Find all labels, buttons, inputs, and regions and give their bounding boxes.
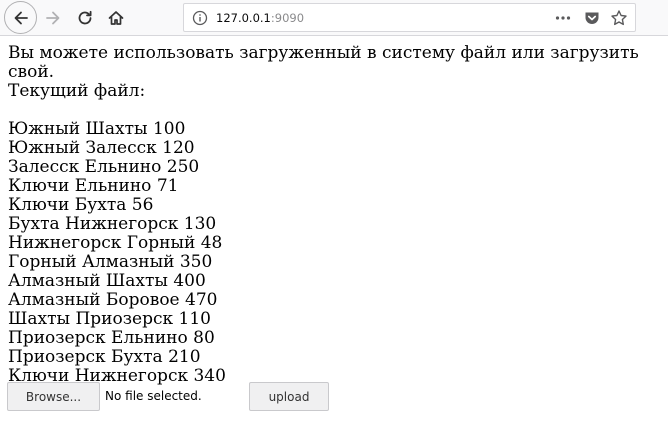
browse-button[interactable]: Browse... bbox=[7, 382, 100, 411]
home-icon bbox=[108, 11, 124, 25]
reload-button[interactable] bbox=[73, 6, 97, 30]
intro-line-1: Вы можете использовать загруженный в сис… bbox=[8, 43, 639, 82]
url-host: 127.0.0.1 bbox=[216, 11, 271, 25]
route-line: Бухта Нижнегорск 130 bbox=[8, 214, 217, 234]
more-dots-icon[interactable] bbox=[555, 12, 571, 24]
address-bar[interactable]: 127.0.0.1:9090 bbox=[183, 3, 636, 32]
forward-button[interactable] bbox=[41, 6, 65, 30]
url-text[interactable]: 127.0.0.1:9090 bbox=[216, 11, 304, 25]
route-line: Южный Залесск 120 bbox=[8, 138, 195, 158]
upload-button[interactable]: upload bbox=[249, 382, 329, 411]
file-status: No file selected. bbox=[105, 389, 202, 403]
info-icon[interactable] bbox=[192, 10, 208, 26]
route-line: Ключи Ельнино 71 bbox=[8, 176, 179, 196]
back-arrow-icon bbox=[14, 11, 28, 24]
star-icon[interactable] bbox=[610, 9, 628, 27]
reload-icon bbox=[78, 10, 92, 25]
route-line: Приозерск Ельнино 80 bbox=[8, 328, 215, 348]
intro-line-2: Текущий файл: bbox=[8, 81, 146, 101]
route-line: Шахты Приозерск 110 bbox=[8, 309, 211, 329]
browser-toolbar: 127.0.0.1:9090 bbox=[0, 0, 668, 36]
pocket-icon[interactable] bbox=[583, 9, 601, 27]
route-line: Приозерск Бухта 210 bbox=[8, 347, 201, 367]
upload-form: Browse... No file selected. upload bbox=[7, 382, 337, 411]
home-button[interactable] bbox=[104, 6, 128, 30]
route-line: Нижнегорск Горный 48 bbox=[8, 233, 223, 253]
url-port: :9090 bbox=[270, 11, 305, 25]
route-line: Горный Алмазный 350 bbox=[8, 252, 213, 272]
forward-arrow-icon bbox=[46, 11, 60, 25]
intro-text: Вы можете использовать загруженный в сис… bbox=[8, 44, 664, 101]
route-line: Южный Шахты 100 bbox=[8, 119, 186, 139]
route-line: Залесск Ельнино 250 bbox=[8, 157, 200, 177]
route-line: Алмазный Боровое 470 bbox=[8, 290, 218, 310]
back-button[interactable] bbox=[4, 1, 37, 34]
route-line: Ключи Бухта 56 bbox=[8, 195, 154, 215]
page-content: Вы можете использовать загруженный в сис… bbox=[8, 44, 664, 386]
route-line: Алмазный Шахты 400 bbox=[8, 271, 206, 291]
routes-list: Южный Шахты 100 Южный Залесск 120 Залесс… bbox=[8, 120, 664, 386]
